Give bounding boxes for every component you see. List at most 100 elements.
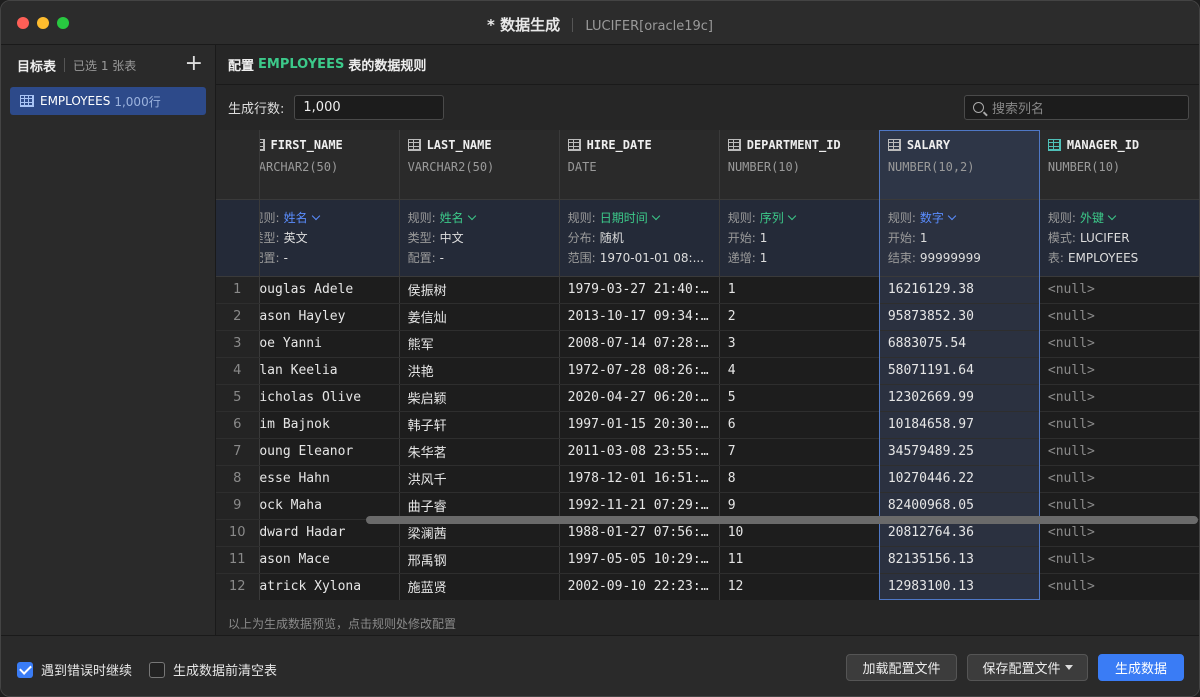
- column-rule-hire-date[interactable]: 规则: 日期时间 分布: 随机 范围: 1970-01-01 08:...: [559, 199, 720, 277]
- rule-line[interactable]: 规则: 序列: [728, 208, 871, 228]
- column-icon: [887, 139, 901, 151]
- sidebar-table-employees[interactable]: EMPLOYEES 1,000行: [10, 87, 206, 115]
- rule-value: 1970-01-01 08:...: [599, 250, 705, 265]
- rows-count-input[interactable]: [294, 95, 445, 120]
- rule-key: 规则:: [1047, 210, 1076, 225]
- column-header-manager-id[interactable]: MANAGER_ID NUMBER(10): [1039, 130, 1199, 200]
- row-number: 2: [216, 303, 260, 331]
- row-number: 8: [216, 465, 260, 493]
- column-rule-last-name[interactable]: 规则: 姓名 类型: 中文 配置: -: [399, 199, 560, 277]
- column-rule-salary[interactable]: 规则: 数字 开始: 1 结束: 99999999: [879, 199, 1040, 277]
- rule-line[interactable]: 规则: 外键: [1048, 208, 1191, 228]
- rule-line: 配置:-: [259, 248, 391, 268]
- column-header-salary[interactable]: SALARY NUMBER(10,2): [879, 130, 1040, 200]
- truncate-before-checkbox[interactable]: 生成数据前清空表: [149, 660, 277, 679]
- foreign-key-column-icon: [1047, 139, 1061, 151]
- table-cell: 1997-05-05 10:29:…: [559, 546, 720, 574]
- table-cell: Douglas Adele: [259, 276, 400, 304]
- rule-key: 模式:: [1047, 230, 1076, 245]
- column-header-last-name[interactable]: LAST_NAME VARCHAR2(50): [399, 130, 560, 200]
- rule-key: 规则:: [727, 210, 756, 225]
- first-name-value: Zoe Yanni: [259, 336, 322, 351]
- rule-type-dropdown[interactable]: 日期时间: [600, 211, 648, 225]
- column-type: NUMBER(10): [1047, 160, 1121, 174]
- column-name-text: LAST_NAME: [426, 138, 492, 152]
- chevron-down-icon: [1107, 211, 1117, 220]
- config-heading-prefix: 配置: [228, 59, 255, 74]
- rule-type-dropdown[interactable]: 序列: [760, 211, 784, 225]
- rule-line: 表: EMPLOYEES: [1048, 248, 1191, 268]
- column-name: SALARY: [887, 138, 1031, 152]
- rule-type-dropdown[interactable]: 数字: [920, 211, 944, 225]
- first-name-value: Edward Hadar: [259, 525, 346, 540]
- table-row: 5 Nicholas Olive 柴启颖 2020-04-27 06:20:… 5 123…: [216, 384, 1199, 412]
- chevron-down-icon: [651, 211, 660, 220]
- table-cell: 10184658.97: [879, 411, 1040, 439]
- table-cell: 姜信灿: [399, 303, 560, 331]
- footer-bar: 遇到错误时继续 生成数据前清空表 加载配置文件 保存配置文件 生成数据: [1, 635, 1199, 696]
- search-placeholder: 搜索列名: [992, 102, 1045, 117]
- rule-key: 递增:: [727, 250, 756, 265]
- column-type: VARCHAR2(50): [407, 160, 495, 174]
- horizontal-scrollbar[interactable]: [366, 516, 1198, 524]
- column-name-text: FIRST_NAME: [270, 138, 343, 152]
- table-cell: 9: [719, 492, 880, 520]
- config-heading-suffix: 表的数据规则: [348, 59, 427, 74]
- continue-on-error-checkbox[interactable]: 遇到错误时继续: [17, 660, 132, 679]
- table-cell: 韩子轩: [399, 411, 560, 439]
- rule-value: 中文: [439, 230, 464, 245]
- table-cell: <null>: [1039, 465, 1199, 493]
- row-number: 4: [216, 357, 260, 385]
- first-name-value: Tim Bajnok: [259, 417, 330, 432]
- first-name-value: Jesse Hahn: [259, 471, 330, 486]
- load-config-button[interactable]: 加载配置文件: [846, 654, 957, 681]
- column-name-text: SALARY: [906, 138, 951, 152]
- rule-type-dropdown[interactable]: 外键: [1080, 211, 1104, 225]
- save-config-button[interactable]: 保存配置文件: [967, 654, 1088, 681]
- rule-line[interactable]: 规则: 姓名: [408, 208, 551, 228]
- rule-key: 类型:: [259, 230, 280, 245]
- rule-type-dropdown[interactable]: 姓名: [440, 211, 464, 225]
- table-cell: <null>: [1039, 330, 1199, 358]
- column-name-text: MANAGER_ID: [1066, 138, 1140, 152]
- table-cell: 1979-03-27 21:40:…: [559, 276, 720, 304]
- rule-type-dropdown[interactable]: 姓名: [284, 211, 308, 225]
- table-cell: <null>: [1039, 384, 1199, 412]
- table-cell: Nicholas Olive: [259, 384, 400, 412]
- column-rule-department-id[interactable]: 规则: 序列 开始: 1 递增: 1: [719, 199, 880, 277]
- rule-line[interactable]: 规则: 数字: [888, 208, 1031, 228]
- table-cell: 施蓝贤: [399, 573, 560, 600]
- table-cell: 34579489.25: [879, 438, 1040, 466]
- column-header-hire-date[interactable]: HIRE_DATE DATE: [559, 130, 720, 200]
- data-generation-window: * 数据生成 LUCIFER[oracle19c] 目标表 已选 1 张表 + …: [0, 0, 1200, 697]
- table-cell: 12: [719, 573, 880, 600]
- column-header-department-id[interactable]: DEPARTMENT_ID NUMBER(10): [719, 130, 880, 200]
- table-cell: 熊军: [399, 330, 560, 358]
- rule-line[interactable]: 规则: 日期时间: [568, 208, 711, 228]
- column-type: NUMBER(10): [727, 160, 800, 174]
- rule-value: 英文: [283, 230, 308, 245]
- column-search-input[interactable]: 搜索列名: [964, 95, 1189, 120]
- save-config-label: 保存配置文件: [982, 662, 1061, 677]
- column-rule-manager-id[interactable]: 规则: 外键 模式: LUCIFER 表: EMPLOYEES: [1039, 199, 1199, 277]
- column-icon: [567, 139, 581, 151]
- table-icon: [20, 95, 34, 107]
- column-name: MANAGER_ID: [1047, 138, 1191, 152]
- table-cell: 2020-04-27 06:20:…: [559, 384, 720, 412]
- table-cell: <null>: [1039, 303, 1199, 331]
- table-cell: 2011-03-08 23:55:…: [559, 438, 720, 466]
- column-rule-first-name[interactable]: 规则: 姓名类型:英文配置:-: [259, 199, 400, 277]
- generate-data-button[interactable]: 生成数据: [1098, 654, 1184, 681]
- preview-note: 以上为生成数据预览，点击规则处修改配置: [228, 617, 457, 631]
- row-number: 11: [216, 546, 260, 574]
- column-header-first-name[interactable]: FIRST_NAME VARCHAR2(50): [259, 130, 400, 200]
- table-cell: 8: [719, 465, 880, 493]
- table-cell: 3: [719, 330, 880, 358]
- table-cell: 朱华茗: [399, 438, 560, 466]
- rule-value: LUCIFER: [1079, 230, 1130, 245]
- rule-line[interactable]: 规则: 姓名: [259, 208, 391, 228]
- rule-key: 规则:: [887, 210, 916, 225]
- rule-key: 规则:: [567, 210, 596, 225]
- table-row: 1 Douglas Adele 侯振树 1979-03-27 21:40:… 1 1621…: [216, 276, 1199, 304]
- plus-icon[interactable]: +: [185, 53, 203, 75]
